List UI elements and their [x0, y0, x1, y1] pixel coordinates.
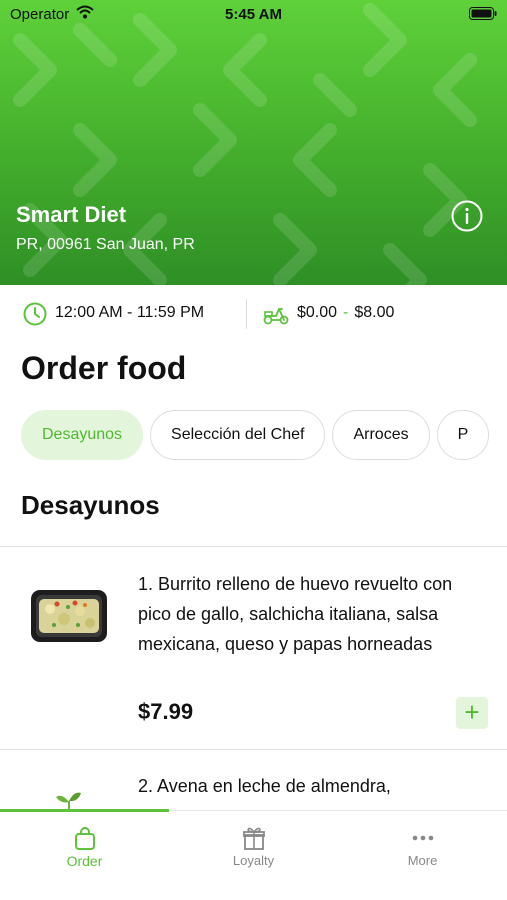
store-address: PR, 00961 San Juan, PR	[16, 236, 195, 253]
bottom-tab-bar: Order Loyalty More	[0, 809, 507, 900]
leaf-icon	[56, 792, 81, 811]
store-name: Smart Diet	[16, 202, 127, 227]
section-title: Desayunos	[21, 490, 160, 520]
status-clock: 5:45 AM	[225, 6, 282, 23]
tab-label: More	[407, 853, 438, 868]
item-price: $7.99	[138, 699, 194, 724]
fee-max: $8.00	[354, 304, 395, 321]
category-chip-seleccion-del-chef[interactable]: Selección del Chef	[150, 410, 326, 460]
tab-more[interactable]: More	[338, 811, 507, 900]
battery-icon	[469, 7, 497, 20]
menu-item[interactable]: 1. Burrito relleno de huevo revuelto con…	[0, 547, 507, 750]
more-dots-icon	[412, 835, 434, 841]
status-bar: Operator 5:45 AM	[0, 0, 507, 28]
store-meta-row: 12:00 AM - 11:59 PM $0.00- $8.00	[0, 285, 507, 343]
info-icon[interactable]	[451, 200, 483, 232]
scooter-icon	[263, 308, 289, 325]
category-chip-desayunos[interactable]: Desayunos	[21, 410, 144, 460]
shopping-bag-icon	[75, 827, 95, 850]
tab-label: Order	[66, 853, 103, 869]
page-title: Order food	[21, 350, 187, 386]
category-chip-next[interactable]: P	[436, 410, 490, 460]
category-tabs: Desayunos Selección del Chef Arroces P	[21, 410, 507, 460]
burrito-image	[31, 590, 107, 642]
fee-separator: -	[343, 304, 349, 321]
item-title: 2. Avena en leche de almendra,	[138, 776, 391, 796]
tab-order[interactable]: Order	[0, 811, 169, 900]
delivery-fee: $0.00- $8.00	[297, 304, 394, 322]
menu-item[interactable]: 2. Avena en leche de almendra,	[0, 751, 507, 811]
tab-loyalty[interactable]: Loyalty	[169, 811, 338, 900]
add-to-cart-button[interactable]: +	[456, 697, 488, 729]
hero-banner: Operator 5:45 AM Smart Diet PR, 00961 Sa…	[0, 0, 507, 285]
opening-hours: 12:00 AM - 11:59 PM	[55, 304, 205, 321]
tab-label: Loyalty	[232, 853, 275, 868]
category-chip-arroces[interactable]: Arroces	[332, 410, 430, 460]
fee-min: $0.00	[297, 304, 338, 321]
clock-icon	[23, 302, 47, 326]
meta-divider	[246, 299, 247, 329]
gift-icon	[243, 827, 265, 850]
item-title: 1. Burrito relleno de huevo revuelto con…	[138, 574, 453, 654]
